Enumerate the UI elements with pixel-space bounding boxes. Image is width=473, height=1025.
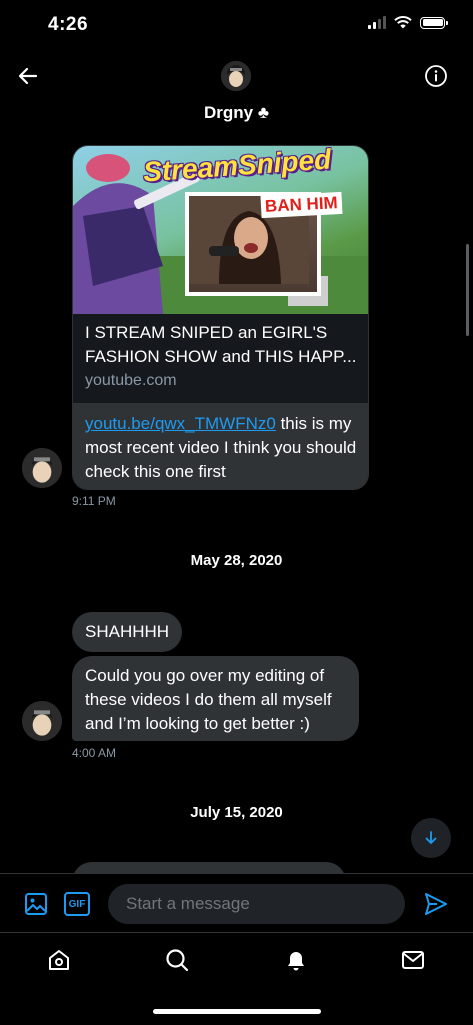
- conversation-title[interactable]: Drgny ♣: [0, 103, 473, 123]
- wifi-icon: [394, 16, 412, 29]
- scrollbar[interactable]: [466, 244, 469, 336]
- home-icon[interactable]: [46, 947, 72, 973]
- scroll-to-bottom-button[interactable]: [411, 818, 451, 858]
- message-bubble[interactable]: Could you go over my editing of these vi…: [72, 656, 359, 741]
- header-avatar[interactable]: [221, 61, 251, 91]
- status-icons: [368, 16, 448, 29]
- send-icon[interactable]: [423, 891, 449, 917]
- link-domain: youtube.com: [85, 372, 177, 389]
- date-separator: May 28, 2020: [190, 552, 283, 569]
- date-separator: July 15, 2020: [190, 804, 283, 821]
- battery-icon: [420, 16, 448, 29]
- notifications-icon[interactable]: [283, 947, 309, 973]
- thumbnail-badge: BAN HIM: [260, 191, 343, 219]
- home-indicator: [153, 1009, 321, 1014]
- message-timestamp: 4:00 AM: [72, 746, 117, 760]
- video-thumbnail[interactable]: StreamSniped BAN HIM: [73, 146, 368, 314]
- link-card[interactable]: StreamSniped BAN HIM I STREAM SNIPED an …: [72, 145, 369, 490]
- cellular-signal-icon: [368, 16, 386, 29]
- image-icon[interactable]: [24, 892, 48, 916]
- status-time: 4:26: [48, 14, 89, 35]
- message-link[interactable]: youtu.be/qwx_TMWFNz0: [85, 414, 276, 433]
- search-icon[interactable]: [164, 947, 190, 973]
- sender-avatar[interactable]: [22, 448, 62, 488]
- message-bubble[interactable]: SHAHHHH: [72, 612, 183, 652]
- back-arrow-icon[interactable]: [16, 64, 40, 88]
- info-icon[interactable]: [425, 65, 447, 87]
- card-message-text: youtu.be/qwx_TMWFNz0 this is my most rec…: [85, 412, 360, 484]
- gif-button[interactable]: GIF: [64, 892, 90, 916]
- messages-icon[interactable]: [400, 947, 426, 973]
- link-title[interactable]: I STREAM SNIPED an EGIRL'S FASHION SHOW …: [85, 321, 365, 369]
- message-input[interactable]: [108, 884, 405, 924]
- message-timestamp: 9:11 PM: [72, 494, 116, 508]
- arrow-down-icon: [425, 831, 437, 844]
- sender-avatar[interactable]: [22, 701, 62, 741]
